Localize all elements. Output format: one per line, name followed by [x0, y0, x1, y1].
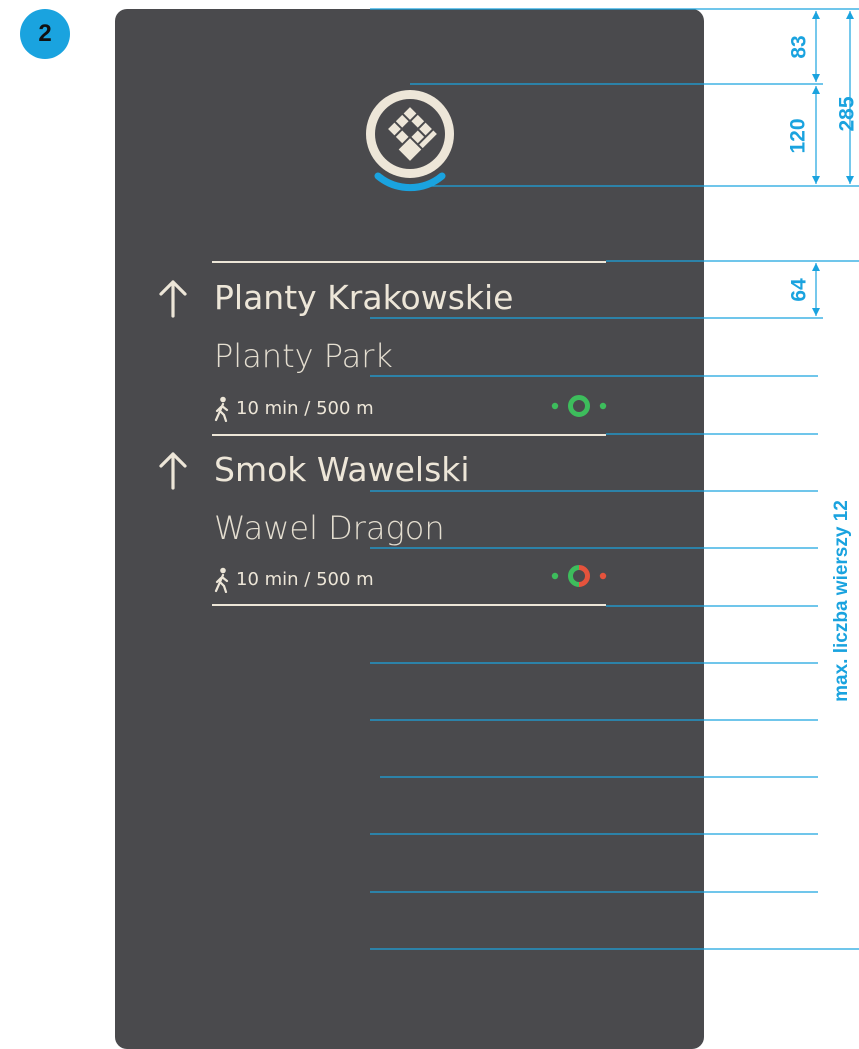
bottom-divider	[212, 604, 606, 606]
walk-time-distance: 10 min / 500 m	[236, 398, 374, 419]
destination-name-secondary: Planty Park	[214, 337, 393, 375]
arrow-up-icon	[159, 280, 187, 318]
step-number-badge: 2	[20, 9, 70, 59]
destination-name-primary: Smok Wawelski	[214, 450, 470, 489]
middle-divider	[212, 434, 606, 436]
krakow-diamond-logo-icon	[366, 90, 454, 192]
destination-name-secondary: Wawel Dragon	[214, 509, 445, 547]
dimension-line-spacing: 64	[787, 278, 811, 302]
dimension-top-margin: 83	[787, 35, 811, 59]
destination-name-primary: Planty Krakowskie	[214, 278, 514, 317]
dimension-logo-height: 120	[786, 118, 810, 154]
max-rows-label: max. liczba wierszy 12	[831, 500, 852, 702]
arrow-up-icon	[159, 452, 187, 490]
top-divider	[212, 261, 606, 263]
green-circle-route-icon	[551, 395, 607, 417]
walking-person-icon	[214, 396, 229, 422]
dimension-logo-total: 285	[835, 96, 859, 132]
walking-person-icon	[214, 567, 229, 593]
green-red-circle-route-icon	[551, 565, 607, 587]
walk-time-distance: 10 min / 500 m	[236, 569, 374, 590]
